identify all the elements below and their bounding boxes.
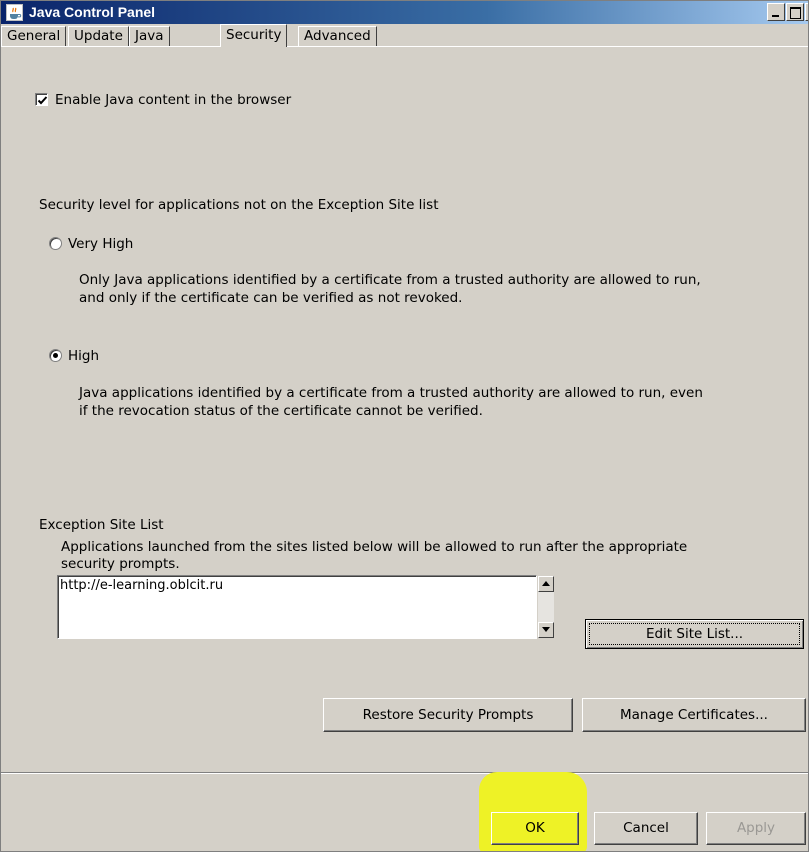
tab-security[interactable]: Security xyxy=(220,24,288,47)
site-list-item[interactable]: http://e-learning.oblcit.ru xyxy=(60,578,223,594)
very-high-label[interactable]: Very High xyxy=(68,236,133,253)
exception-site-heading: Exception Site List xyxy=(39,517,164,533)
security-level-heading: Security level for applications not on t… xyxy=(39,197,439,213)
high-radio[interactable] xyxy=(49,349,62,362)
maximize-button[interactable] xyxy=(786,3,804,21)
manage-certificates-button[interactable]: Manage Certificates... xyxy=(582,698,806,732)
arrow-up-icon xyxy=(542,581,550,586)
exception-description-2: security prompts. xyxy=(61,556,180,572)
tab-update[interactable]: Update xyxy=(68,26,129,46)
restore-security-prompts-button[interactable]: Restore Security Prompts xyxy=(323,698,573,732)
edit-site-list-button[interactable]: Edit Site List... xyxy=(585,619,804,649)
enable-java-label[interactable]: Enable Java content in the browser xyxy=(55,92,291,109)
apply-button[interactable]: Apply xyxy=(706,812,806,845)
exception-description: Applications launched from the sites lis… xyxy=(61,539,688,555)
very-high-description: Only Java applications identified by a c… xyxy=(79,272,701,288)
checkmark-icon xyxy=(37,96,48,105)
footer-separator xyxy=(1,772,808,774)
minimize-button[interactable] xyxy=(767,3,785,21)
java-cup-icon xyxy=(6,4,23,21)
edit-site-list-label: Edit Site List... xyxy=(645,626,744,642)
high-description: Java applications identified by a certif… xyxy=(79,385,703,401)
tab-advanced[interactable]: Advanced xyxy=(298,26,377,46)
cancel-button[interactable]: Cancel xyxy=(594,812,698,845)
ok-button[interactable]: OK xyxy=(491,812,579,845)
scroll-up-button[interactable] xyxy=(538,576,554,592)
window-title: Java Control Panel xyxy=(29,4,156,20)
tab-general[interactable]: General xyxy=(1,26,67,46)
title-bar[interactable]: Java Control Panel xyxy=(1,1,808,24)
arrow-down-icon xyxy=(542,627,550,632)
java-control-panel-window: Java Control Panel General Update Java S… xyxy=(0,0,809,852)
enable-java-checkbox[interactable] xyxy=(35,93,48,106)
high-label[interactable]: High xyxy=(68,348,99,365)
site-list-scrollbar[interactable] xyxy=(538,576,554,638)
tab-bar: General Update Java Security Advanced xyxy=(1,24,808,47)
very-high-description-2: and only if the certificate can be verif… xyxy=(79,290,463,306)
very-high-radio[interactable] xyxy=(49,237,62,250)
tab-java[interactable]: Java xyxy=(129,26,170,46)
close-button[interactable] xyxy=(805,3,808,21)
scroll-down-button[interactable] xyxy=(538,622,554,638)
high-description-2: if the revocation status of the certific… xyxy=(79,403,483,419)
exception-site-listbox[interactable]: http://e-learning.oblcit.ru xyxy=(57,575,537,639)
